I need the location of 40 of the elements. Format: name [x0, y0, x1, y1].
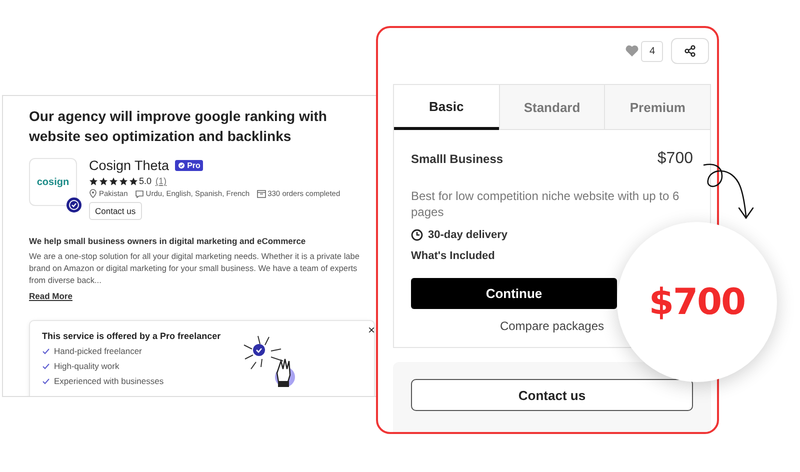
- package-price: $700: [657, 150, 693, 168]
- package-name: Smalll Business: [411, 152, 504, 166]
- reviews-link[interactable]: (1): [156, 176, 167, 186]
- delivery-time: 30-day delivery: [428, 229, 508, 241]
- included-heading: What's Included: [411, 250, 496, 262]
- package-description: Best for low competition niche website with up to 6 pages: [411, 188, 680, 220]
- about-heading: We help small business owners in digital marketing and eCommerce: [29, 236, 307, 246]
- curved-arrow-icon: [703, 164, 754, 220]
- share-button[interactable]: [671, 38, 709, 64]
- gig-title: Our agency will improve google ranking with website seo optimization and backlinks: [29, 107, 328, 146]
- pro-label: Pro: [187, 161, 200, 170]
- verified-badge-icon: [66, 197, 82, 213]
- box-icon: [256, 190, 266, 198]
- callout-price: $700: [648, 282, 746, 322]
- contact-button[interactable]: Contact us: [89, 202, 142, 220]
- seller-name[interactable]: Cosign Theta: [89, 158, 170, 173]
- star-icon: [129, 176, 138, 186]
- star-icon: [119, 176, 128, 186]
- clock-icon: [411, 229, 423, 241]
- rating-value: 5.0: [139, 176, 152, 186]
- benefit-text: High-quality work: [54, 361, 120, 371]
- heart-icon[interactable]: [625, 45, 640, 57]
- about-text: We are a one-stop solution for all your digital marketing needs. Whether it is a private labe brand on Amazon or digital marketing for your small business. We have a team of experts from diverse back...: [29, 250, 361, 286]
- logo-text: cosign: [36, 176, 70, 188]
- notice-title: This service is offered by a Pro freelancer: [42, 331, 221, 341]
- star-icon: [99, 176, 108, 186]
- star-icon: [89, 176, 98, 186]
- read-more-link[interactable]: Read More: [29, 291, 72, 301]
- star-icon: [109, 176, 118, 186]
- benefit-text: Experienced with businesses: [54, 376, 164, 386]
- share-icon: [684, 45, 696, 57]
- compare-packages-link[interactable]: Compare packages: [500, 319, 604, 333]
- benefit-text: Hand-picked freelancer: [54, 346, 142, 356]
- continue-button[interactable]: Continue: [411, 278, 617, 309]
- speech-bubble-icon: [134, 190, 144, 198]
- likes-count: 4: [641, 40, 663, 62]
- contact-button[interactable]: Contact us: [411, 379, 693, 411]
- location-pin-icon: [89, 189, 97, 198]
- package-tab[interactable]: Premium: [604, 85, 710, 130]
- package-tab[interactable]: Standard: [498, 85, 604, 130]
